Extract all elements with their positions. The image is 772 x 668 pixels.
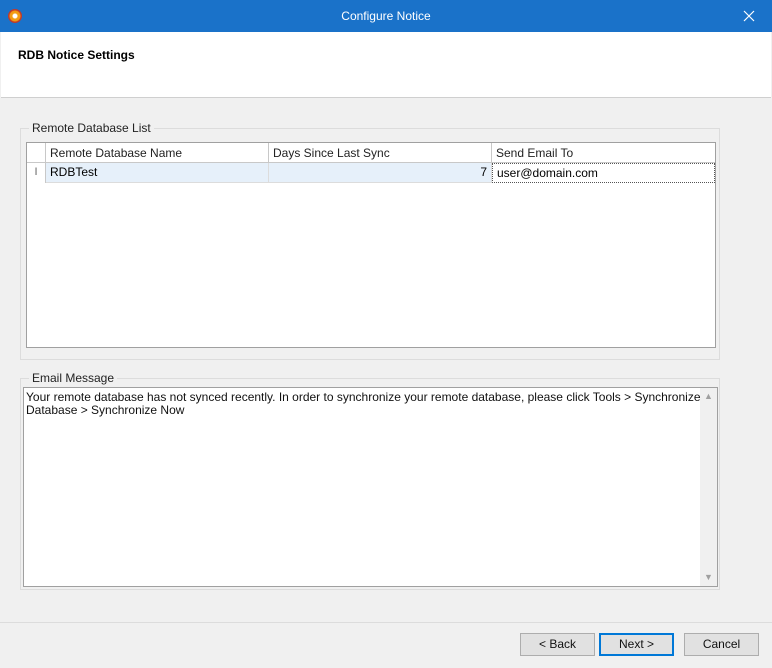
email-message-text: Your remote database has not synced rece… xyxy=(26,390,701,417)
back-button[interactable]: < Back xyxy=(520,633,595,656)
cell-days-since-sync[interactable]: 7 xyxy=(269,163,492,183)
row-edit-indicator: I xyxy=(27,163,46,183)
page-title: RDB Notice Settings xyxy=(18,48,135,62)
header-panel: RDB Notice Settings xyxy=(1,32,771,98)
window-title: Configure Notice xyxy=(341,9,431,23)
email-message-textarea[interactable]: Your remote database has not synced rece… xyxy=(23,387,718,587)
email-message-legend: Email Message xyxy=(29,371,118,385)
next-button[interactable]: Next > xyxy=(599,633,674,656)
footer-divider xyxy=(0,622,772,623)
table-row[interactable]: I RDBTest 7 user@domain.com xyxy=(27,163,715,183)
close-button[interactable] xyxy=(726,0,772,32)
remote-database-grid[interactable]: Remote Database Name Days Since Last Syn… xyxy=(26,142,716,348)
remote-database-group: Remote Database List Remote Database Nam… xyxy=(20,121,720,360)
grid-header-indicator xyxy=(27,143,46,163)
cell-send-email-to[interactable]: user@domain.com xyxy=(492,163,715,183)
scroll-up-icon[interactable]: ▲ xyxy=(704,392,713,401)
email-message-group: Email Message Your remote database has n… xyxy=(20,371,720,590)
close-icon xyxy=(743,10,755,22)
scroll-down-icon[interactable]: ▼ xyxy=(704,573,713,582)
cell-database-name[interactable]: RDBTest xyxy=(46,163,269,183)
vertical-scrollbar[interactable]: ▲ ▼ xyxy=(700,388,717,586)
cancel-button[interactable]: Cancel xyxy=(684,633,759,656)
column-header-name[interactable]: Remote Database Name xyxy=(46,143,269,163)
title-bar: Configure Notice xyxy=(0,0,772,32)
column-header-days[interactable]: Days Since Last Sync xyxy=(269,143,492,163)
grid-header: Remote Database Name Days Since Last Syn… xyxy=(27,143,715,163)
remote-database-legend: Remote Database List xyxy=(29,121,154,135)
column-header-email[interactable]: Send Email To xyxy=(492,143,715,163)
